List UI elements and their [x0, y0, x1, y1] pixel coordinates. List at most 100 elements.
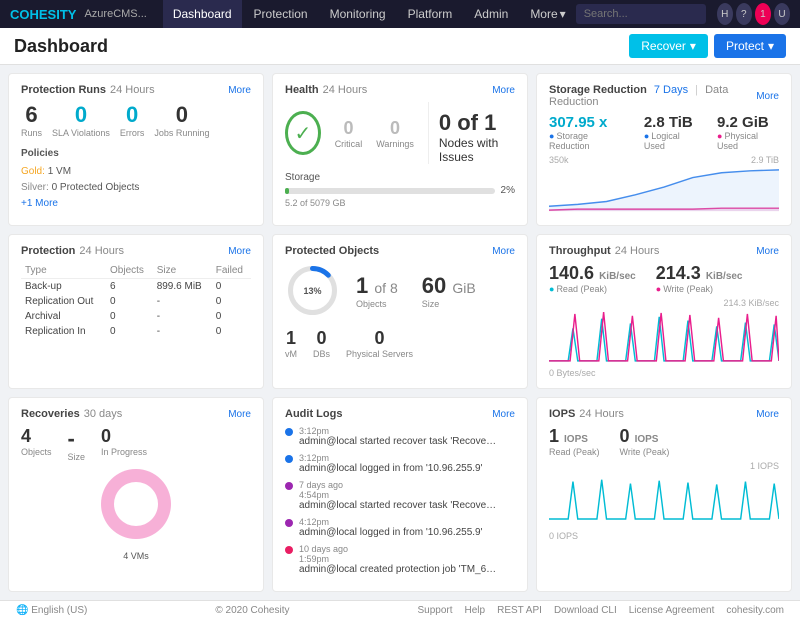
warnings-count: 0 Warnings: [376, 118, 414, 149]
nav-admin[interactable]: Admin: [464, 0, 518, 28]
protection-runs-title: Protection Runs24 Hours More: [21, 84, 251, 96]
health-title: Health24 Hours More: [285, 84, 515, 96]
search-input[interactable]: [576, 4, 706, 24]
recover-button[interactable]: Recover ▾: [629, 34, 708, 58]
question-icon[interactable]: ?: [736, 3, 752, 25]
storage-reduction-chart: 350k 2.9 TiB 150k 0 Bytes: [549, 155, 779, 215]
iops-chart: [549, 471, 779, 531]
storage-reduction-numbers: 307.95 x Storage Reduction 2.8 TiB Logic…: [549, 114, 779, 151]
dbs-count: 0 DBs: [313, 328, 330, 359]
audit-dot: [285, 519, 293, 527]
health-check-icon: ✓: [285, 111, 321, 155]
notification-icon[interactable]: 1: [755, 3, 771, 25]
recovered-objects: 4 Objects: [21, 426, 52, 462]
audit-log-item: 10 days ago1:59pm admin@local created pr…: [285, 544, 515, 575]
storage-section: Storage 2% 5.2 of 5079 GB: [285, 172, 515, 208]
top-navigation: COHESITY AzureCMS... Dashboard Protectio…: [0, 0, 800, 28]
audit-log-item: 7 days ago4:54pm admin@local started rec…: [285, 480, 515, 511]
audit-logs-card: Audit Logs More 3:12pm admin@local start…: [272, 397, 528, 592]
physical-used-value: 9.2 GiB Physical Used: [717, 114, 779, 151]
footer-download-cli[interactable]: Download CLI: [554, 605, 617, 616]
physical-servers-count: 0 Physical Servers: [346, 328, 413, 359]
protection-runs-numbers: 6 Runs 0 SLA Violations 0 Errors 0 Jobs …: [21, 102, 251, 138]
protected-objects-count: 1 of 8 Objects: [356, 273, 398, 309]
health-more[interactable]: More: [492, 85, 515, 96]
storage-reduction-title: Storage Reduction 7 Days | Data Reductio…: [549, 84, 779, 108]
throughput-numbers: 140.6 KiB/sec Read (Peak) 214.3 KiB/sec …: [549, 263, 779, 294]
protected-objects-more[interactable]: More: [492, 246, 515, 257]
health-card: Health24 Hours More ✓ 0 Critical 0 Warni…: [272, 73, 528, 226]
jobs-running-count: 0 Jobs Running: [154, 102, 209, 138]
footer-help[interactable]: Help: [465, 605, 486, 616]
more-policies-link[interactable]: +1 More: [21, 196, 251, 212]
nav-platform[interactable]: Platform: [398, 0, 463, 28]
footer-license[interactable]: License Agreement: [629, 605, 715, 616]
brand-logo: COHESITY: [10, 7, 76, 22]
help-icon[interactable]: H: [717, 3, 733, 25]
nav-monitoring[interactable]: Monitoring: [320, 0, 396, 28]
audit-logs-more[interactable]: More: [492, 409, 515, 420]
dashboard-grid: Protection Runs24 Hours More 6 Runs 0 SL…: [0, 65, 800, 600]
protected-objects-breakdown: 1 vM 0 DBs 0 Physical Servers: [285, 328, 515, 359]
action-buttons: Recover ▾ Protect ▾: [629, 34, 786, 58]
recoveries-donut: 4 VMs: [96, 464, 176, 547]
recoveries-in-progress: 0 In Progress: [101, 426, 147, 462]
main-nav: Dashboard Protection Monitoring Platform…: [163, 0, 576, 28]
footer-website[interactable]: cohesity.com: [726, 605, 784, 616]
iops-card: IOPS24 Hours More 1 IOPS Read (Peak) 0 I…: [536, 397, 792, 592]
protection-table: Type Objects Size Failed Back-up6899.6 M…: [21, 263, 251, 339]
storage-reduction-more[interactable]: More: [756, 91, 779, 102]
subheader: Dashboard Recover ▾ Protect ▾: [0, 28, 800, 65]
protected-objects-card: Protected Objects More 13% 1 of 8 Object…: [272, 234, 528, 389]
write-iops: 0 IOPS Write (Peak): [620, 426, 670, 457]
footer-links: Support Help REST API Download CLI Licen…: [417, 605, 784, 616]
nodes-issues: 0 of 1 Nodes with Issues: [428, 102, 515, 164]
sla-violations-count: 0 SLA Violations: [52, 102, 110, 138]
footer-copyright: © 2020 Cohesity: [215, 605, 289, 616]
nav-dashboard[interactable]: Dashboard: [163, 0, 242, 28]
protection-table-card: Protection24 Hours More Type Objects Siz…: [8, 234, 264, 389]
throughput-title: Throughput24 Hours More: [549, 245, 779, 257]
health-metrics: ✓ 0 Critical 0 Warnings 0 of 1 Nodes wit…: [285, 102, 515, 164]
protection-runs-more[interactable]: More: [228, 85, 251, 96]
page-title: Dashboard: [14, 36, 108, 57]
recoveries-more[interactable]: More: [228, 409, 251, 420]
iops-more[interactable]: More: [756, 409, 779, 420]
protect-button[interactable]: Protect ▾: [714, 34, 786, 58]
iops-title: IOPS24 Hours More: [549, 408, 779, 420]
policies-title: Policies: [21, 146, 251, 162]
logical-used-value: 2.8 TiB Logical Used: [644, 114, 701, 151]
audit-dot: [285, 482, 293, 490]
app-name: AzureCMS...: [84, 8, 146, 20]
errors-count: 0 Errors: [120, 102, 145, 138]
storage-bar-fill: [285, 188, 289, 194]
table-row: Replication In0-0: [21, 324, 251, 339]
throughput-card: Throughput24 Hours More 140.6 KiB/sec Re…: [536, 234, 792, 389]
footer-support[interactable]: Support: [417, 605, 452, 616]
audit-dot: [285, 455, 293, 463]
policies-section: Policies Gold: 1 VM Silver: 0 Protected …: [21, 146, 251, 212]
footer-rest-api[interactable]: REST API: [497, 605, 542, 616]
silver-policy: Silver: 0 Protected Objects: [21, 180, 251, 196]
vm-count: 1 vM: [285, 328, 297, 359]
recoveries-numbers: 4 Objects - Size 0 In Progress: [21, 426, 251, 462]
protected-objects-title: Protected Objects More: [285, 245, 515, 257]
recoveries-card: Recoveries30 days More 4 Objects - Size …: [8, 397, 264, 592]
protected-objects-circle: 13%: [285, 263, 340, 318]
iops-numbers: 1 IOPS Read (Peak) 0 IOPS Write (Peak): [549, 426, 779, 457]
read-throughput: 140.6 KiB/sec Read (Peak): [549, 263, 636, 294]
protected-objects-top: 13% 1 of 8 Objects 60 GiB Size: [285, 263, 515, 318]
audit-log-list: 3:12pm admin@local started recover task …: [285, 426, 515, 575]
footer-lang: 🌐 English (US): [16, 605, 87, 616]
sr-chart-svg: [549, 167, 779, 212]
throughput-more[interactable]: More: [756, 246, 779, 257]
nav-more[interactable]: More ▾: [520, 0, 575, 28]
table-row: Replication Out0-0: [21, 294, 251, 309]
protection-runs-card: Protection Runs24 Hours More 6 Runs 0 SL…: [8, 73, 264, 226]
recoveries-chart: 4 VMs: [21, 470, 251, 540]
user-icon[interactable]: U: [774, 3, 790, 25]
gold-policy: Gold: 1 VM: [21, 164, 251, 180]
nav-protection[interactable]: Protection: [244, 0, 318, 28]
protected-objects-size: 60 GiB Size: [422, 273, 476, 309]
protection-table-more[interactable]: More: [228, 246, 251, 257]
